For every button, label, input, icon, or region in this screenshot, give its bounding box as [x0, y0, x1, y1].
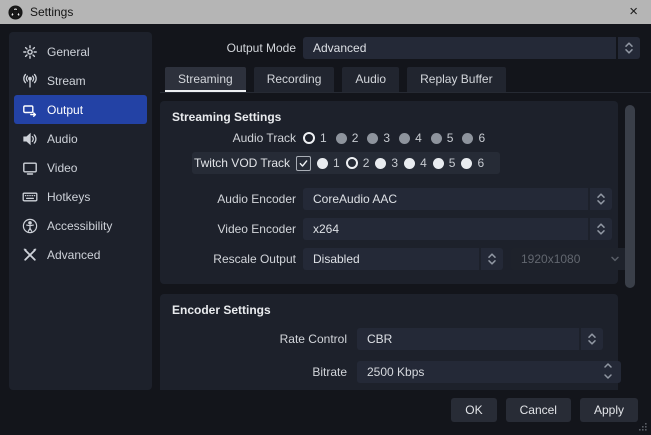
sidebar-item-accessibility[interactable]: Accessibility	[9, 211, 152, 240]
output-mode-select[interactable]: Advanced	[303, 37, 640, 59]
obs-logo-icon	[8, 4, 23, 20]
rate-control-row: Rate Control CBR	[160, 328, 618, 350]
spinner-updown-icon[interactable]	[581, 328, 603, 350]
settings-scroll-area: Streaming Settings Audio Track 1 2 3 4 5…	[160, 92, 651, 390]
vod-track-radio-5[interactable]	[432, 157, 444, 169]
sidebar-item-label: Hotkeys	[47, 189, 91, 204]
sidebar: General Stream Output Audio Video Hotkey…	[9, 32, 152, 390]
rescale-output-label: Rescale Output	[213, 252, 296, 266]
spinner-updown-icon[interactable]	[618, 37, 640, 59]
audio-track-radio-4[interactable]	[399, 132, 411, 144]
vod-track-radio-1[interactable]	[317, 157, 328, 169]
monitor-icon	[22, 160, 38, 176]
spinner-updown-icon[interactable]	[590, 218, 612, 240]
rescale-resolution-value: 1920x1080	[521, 252, 581, 266]
output-mode-label: Output Mode	[226, 41, 296, 55]
tab-audio[interactable]: Audio	[342, 67, 400, 92]
encoder-settings-group: Encoder Settings Rate Control CBR Bitrat…	[160, 294, 621, 390]
sidebar-item-label: Audio	[47, 131, 78, 146]
apply-button[interactable]: Apply	[579, 398, 638, 422]
tab-replay-buffer[interactable]: Replay Buffer	[407, 67, 506, 92]
chevron-down-icon	[610, 252, 620, 266]
vod-track-radio-4[interactable]	[404, 157, 416, 169]
sidebar-item-stream[interactable]: Stream	[9, 66, 152, 95]
spinner-updown-icon[interactable]	[590, 188, 612, 210]
broadcast-icon	[22, 73, 38, 89]
audio-encoder-select[interactable]: CoreAudio AAC	[303, 188, 612, 210]
keyboard-icon	[22, 189, 38, 205]
dialog-footer: OK Cancel Apply	[451, 398, 638, 422]
rescale-resolution-select: 1920x1080	[511, 248, 628, 270]
rate-control-value: CBR	[357, 328, 579, 350]
bitrate-row: Bitrate 2500 Kbps	[160, 361, 621, 383]
sidebar-item-hotkeys[interactable]: Hotkeys	[9, 182, 152, 211]
ok-button[interactable]: OK	[451, 398, 497, 422]
sidebar-item-label: Advanced	[47, 247, 101, 262]
twitch-vod-checkbox[interactable]	[296, 155, 311, 171]
vod-track-radio-6[interactable]	[461, 157, 473, 169]
audio-encoder-row: Audio Encoder CoreAudio AAC	[160, 188, 618, 210]
twitch-vod-track-label: Twitch VOD Track	[193, 156, 290, 170]
audio-encoder-label: Audio Encoder	[217, 192, 296, 206]
audio-encoder-value: CoreAudio AAC	[303, 188, 588, 210]
settings-main-pane: Output Mode Advanced Streaming Recording…	[160, 24, 651, 433]
rate-control-select[interactable]: CBR	[357, 328, 603, 350]
bitrate-value: 2500 Kbps	[367, 365, 425, 379]
sidebar-item-general[interactable]: General	[9, 37, 152, 66]
audio-track-radio-3[interactable]	[367, 132, 379, 144]
audio-track-label: Audio Track	[232, 131, 296, 145]
vod-track-radio-2[interactable]	[345, 157, 358, 169]
sidebar-item-label: Accessibility	[47, 218, 113, 233]
gear-icon	[22, 44, 38, 60]
close-icon[interactable]: ×	[616, 0, 651, 24]
cancel-button[interactable]: Cancel	[505, 398, 571, 422]
video-encoder-row: Video Encoder x264	[160, 218, 618, 240]
vod-track-radio-3[interactable]	[375, 157, 387, 169]
spinner-updown-icon[interactable]	[603, 361, 613, 384]
rescale-output-row: Rescale Output Disabled 1920x1080	[160, 248, 628, 270]
rescale-output-value: Disabled	[303, 248, 479, 270]
resize-grip[interactable]	[638, 421, 648, 431]
audio-track-radio-2[interactable]	[335, 132, 347, 144]
audio-track-radio-1[interactable]	[303, 132, 315, 144]
group-title: Encoder Settings	[172, 303, 271, 317]
rescale-output-select[interactable]: Disabled	[303, 248, 503, 270]
audio-track-row: Audio Track 1 2 3 4 5 6	[160, 130, 618, 146]
titlebar: Settings ×	[0, 0, 651, 24]
spinner-updown-icon[interactable]	[481, 248, 503, 270]
bitrate-spinbox[interactable]: 2500 Kbps	[357, 361, 621, 383]
sidebar-item-label: Stream	[47, 73, 86, 88]
window-title: Settings	[30, 5, 74, 19]
twitch-vod-track-row: Twitch VOD Track 1 2 3 4 5 6	[192, 152, 500, 174]
streaming-settings-group: Streaming Settings Audio Track 1 2 3 4 5…	[160, 101, 628, 284]
sidebar-item-label: General	[47, 44, 90, 59]
sidebar-item-video[interactable]: Video	[9, 153, 152, 182]
accessibility-icon	[22, 218, 38, 234]
scrollbar-thumb[interactable]	[625, 105, 635, 288]
output-icon	[22, 102, 38, 118]
group-title: Streaming Settings	[172, 110, 282, 124]
video-encoder-select[interactable]: x264	[303, 218, 612, 240]
output-mode-value: Advanced	[303, 37, 616, 59]
video-encoder-value: x264	[303, 218, 588, 240]
output-tabbar: Streaming Recording Audio Replay Buffer	[165, 67, 506, 92]
tools-icon	[22, 247, 38, 263]
video-encoder-label: Video Encoder	[217, 222, 296, 236]
sidebar-item-advanced[interactable]: Advanced	[9, 240, 152, 269]
sidebar-item-output[interactable]: Output	[14, 95, 147, 124]
rate-control-label: Rate Control	[279, 332, 347, 346]
speaker-icon	[22, 131, 38, 147]
sidebar-item-label: Output	[47, 102, 84, 117]
tab-streaming[interactable]: Streaming	[165, 67, 246, 92]
sidebar-item-audio[interactable]: Audio	[9, 124, 152, 153]
tab-recording[interactable]: Recording	[253, 67, 335, 92]
audio-track-radio-6[interactable]	[462, 132, 474, 144]
bitrate-label: Bitrate	[312, 365, 347, 379]
sidebar-item-label: Video	[47, 160, 78, 175]
output-mode-row: Output Mode Advanced	[160, 37, 651, 59]
audio-track-radio-5[interactable]	[430, 132, 442, 144]
